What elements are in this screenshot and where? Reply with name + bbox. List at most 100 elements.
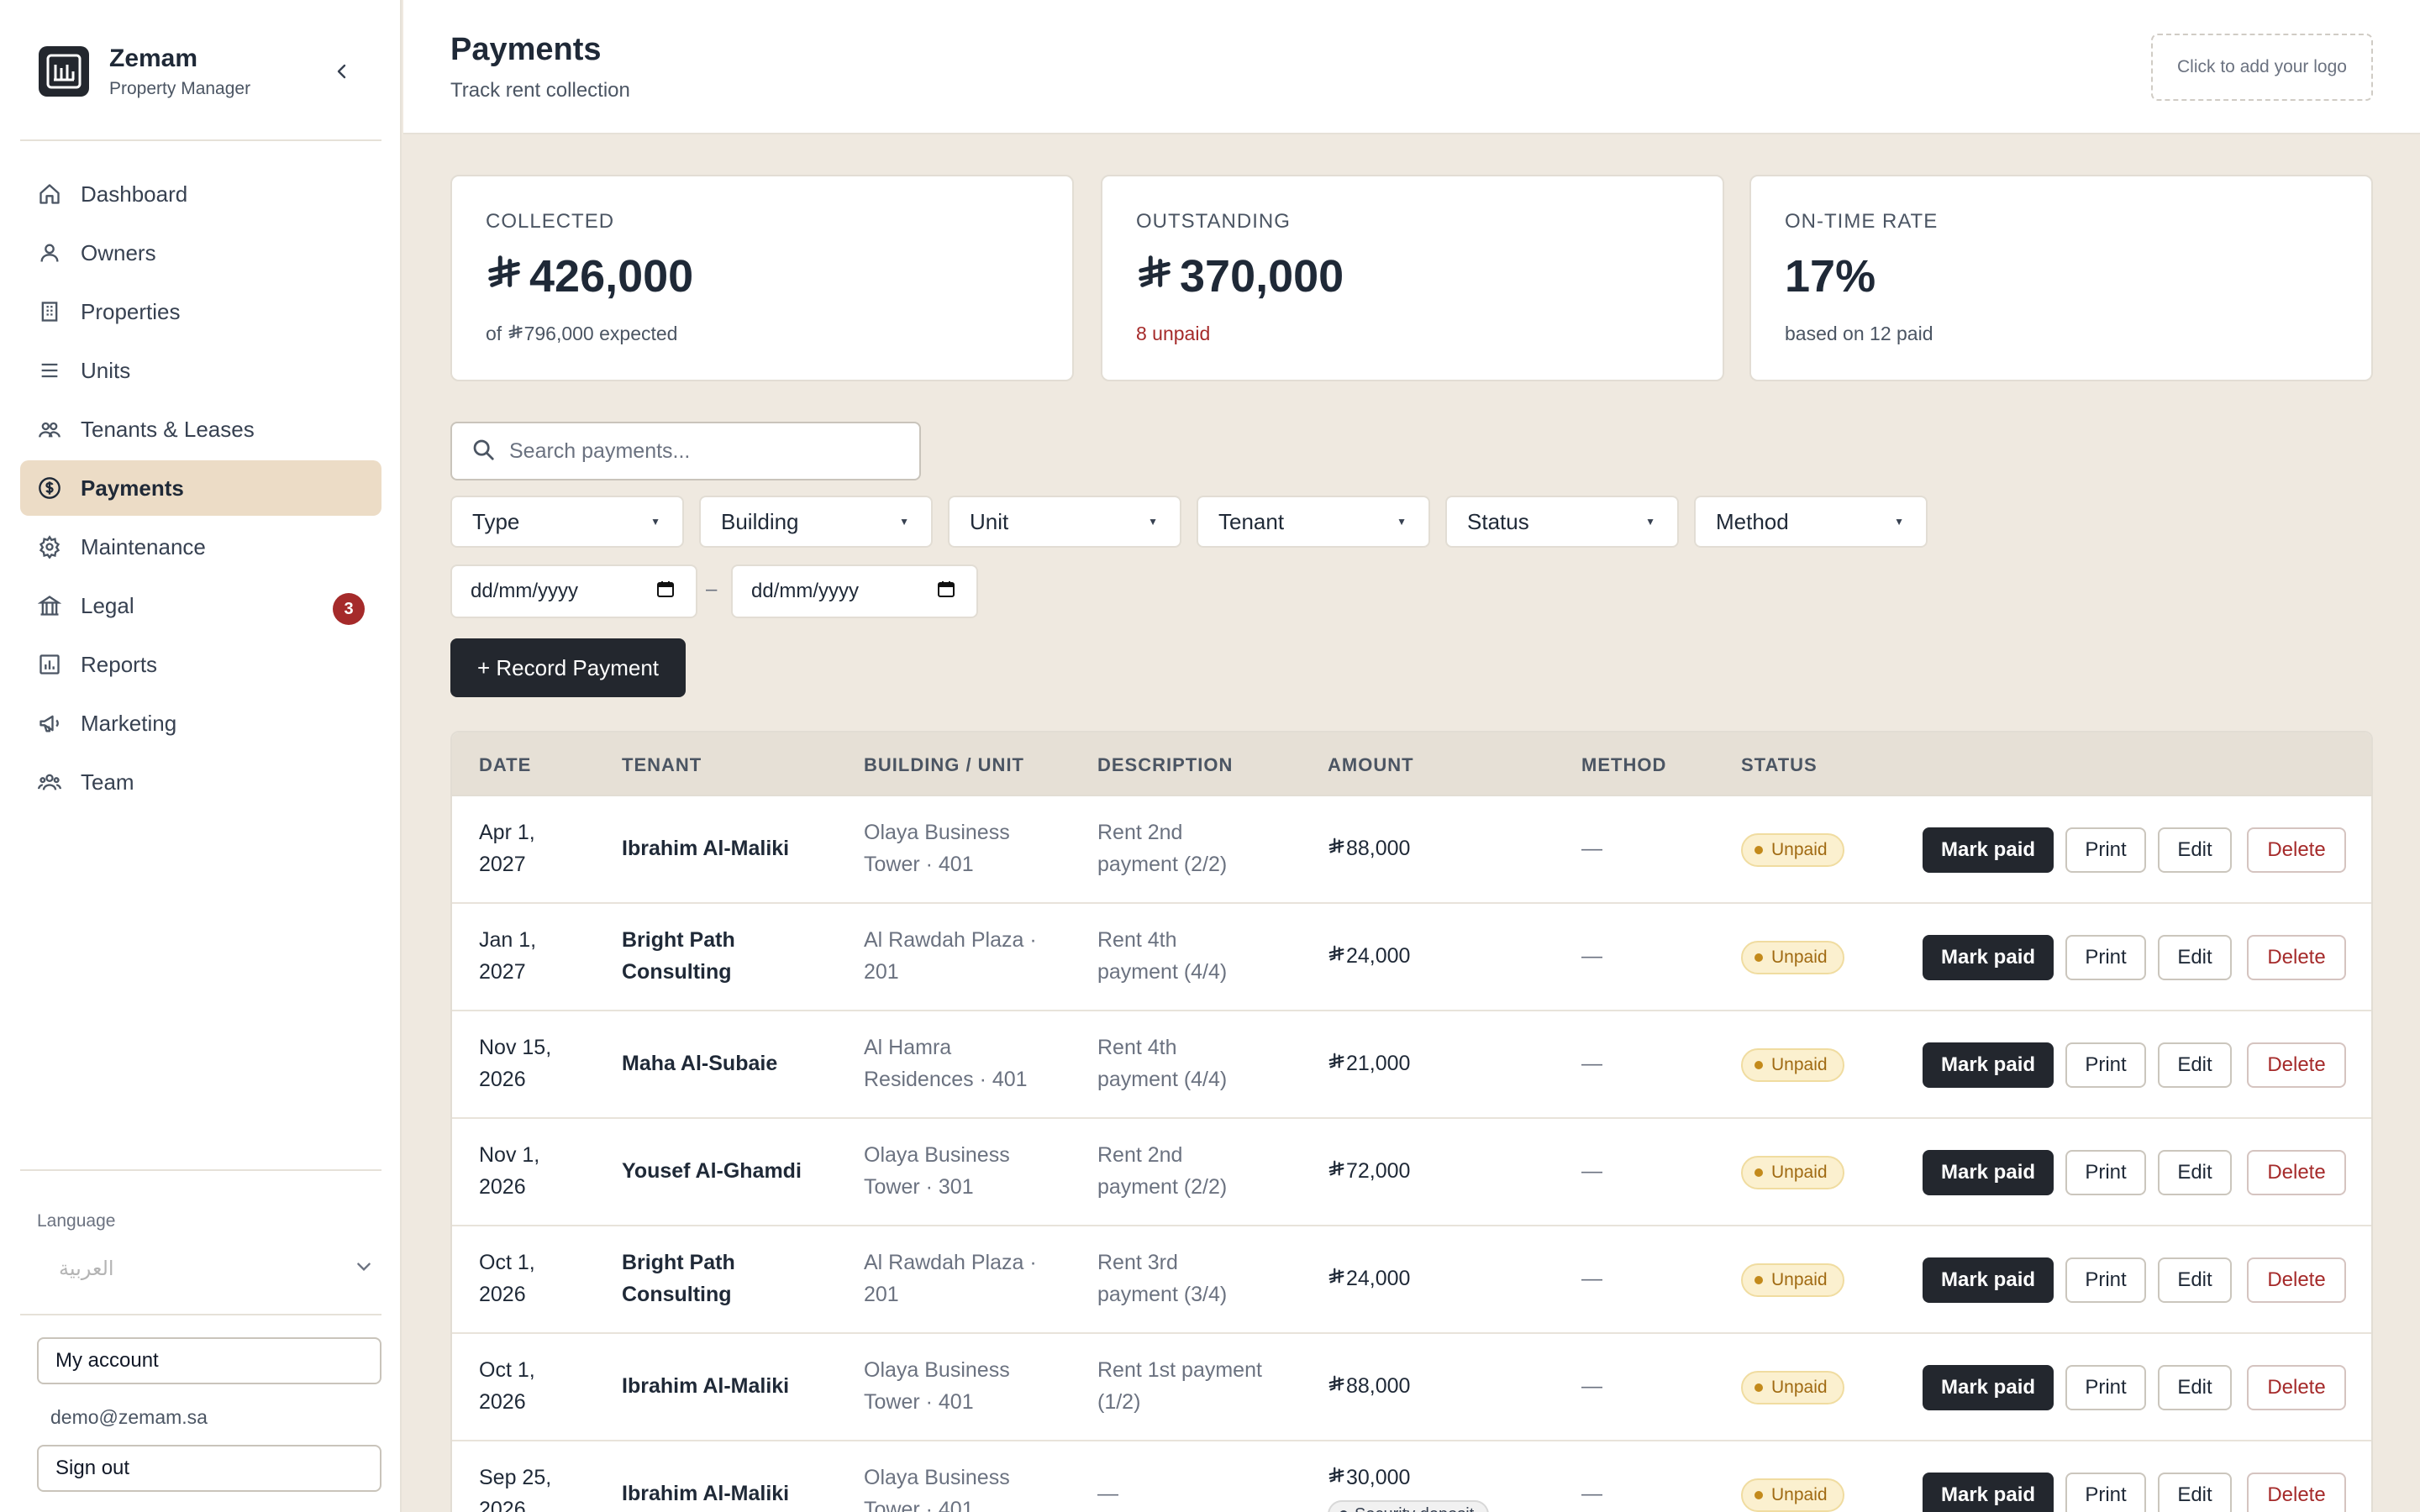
filter-method[interactable]: Method ▼ [1694, 496, 1928, 548]
sidebar-item-legal[interactable]: Legal 3 [20, 578, 381, 633]
tenant-cell: Bright Path Consulting [622, 928, 735, 984]
delete-button[interactable]: Delete [2247, 1473, 2346, 1512]
brand-name: Zemam [109, 45, 198, 72]
outstanding-value: 370,000 [1136, 250, 1344, 302]
date-separator: – [706, 578, 718, 601]
filter-unit[interactable]: Unit ▼ [948, 496, 1181, 548]
delete-button[interactable]: Delete [2247, 827, 2346, 873]
filter-building[interactable]: Building ▼ [699, 496, 933, 548]
building-unit-cell: Al Rawdah Plaza · 201 [864, 1251, 1037, 1306]
description-cell: — [1097, 1482, 1118, 1505]
collapse-sidebar-chevron-left-icon[interactable] [329, 59, 355, 84]
amount-cell: 24,000 [1328, 1263, 1529, 1294]
delete-button[interactable]: Delete [2247, 1150, 2346, 1195]
sign-out-button[interactable]: Sign out [37, 1445, 381, 1492]
edit-button[interactable]: Edit [2158, 1365, 2232, 1410]
page-subtitle: Track rent collection [450, 79, 630, 102]
print-button[interactable]: Print [2065, 1365, 2146, 1410]
status-dot-icon [1754, 1168, 1763, 1177]
print-button[interactable]: Print [2065, 1473, 2146, 1512]
sidebar-item-team[interactable]: Team [20, 754, 381, 810]
edit-button[interactable]: Edit [2158, 1473, 2232, 1512]
filter-tenant[interactable]: Tenant ▼ [1197, 496, 1430, 548]
sidebar-item-maintenance[interactable]: Maintenance [20, 519, 381, 575]
print-button[interactable]: Print [2065, 1150, 2146, 1195]
sidebar-item-marketing[interactable]: Marketing [20, 696, 381, 751]
mark-paid-button[interactable]: Mark paid [1923, 1257, 2054, 1303]
amount-cell: 88,000 [1328, 1370, 1529, 1402]
filter-label: Building [721, 508, 799, 534]
riyal-icon [1328, 1263, 1346, 1294]
mark-paid-button[interactable]: Mark paid [1923, 827, 2054, 873]
filter-status[interactable]: Status ▼ [1445, 496, 1679, 548]
language-select[interactable]: العربية [37, 1252, 381, 1285]
table-row: Jan 1, 2027 Bright Path Consulting Al Ra… [452, 904, 2371, 1011]
status-badge: Unpaid [1741, 1371, 1844, 1404]
mark-paid-button[interactable]: Mark paid [1923, 1042, 2054, 1088]
building-icon [37, 299, 62, 324]
status-badge: Unpaid [1741, 1263, 1844, 1297]
ontime-card: ON-TIME RATE 17% based on 12 paid [1749, 175, 2373, 381]
sidebar-item-label: Payments [81, 475, 184, 501]
delete-button[interactable]: Delete [2247, 1365, 2346, 1410]
sidebar-item-tenants-leases[interactable]: Tenants & Leases [20, 402, 381, 457]
print-button[interactable]: Print [2065, 1257, 2146, 1303]
sidebar-item-owners[interactable]: Owners [20, 225, 381, 281]
mark-paid-button[interactable]: Mark paid [1923, 1150, 2054, 1195]
method-cell: — [1581, 1374, 1602, 1398]
print-button[interactable]: Print [2065, 935, 2146, 980]
delete-button[interactable]: Delete [2247, 935, 2346, 980]
date-to-input[interactable]: dd/mm/yyyy [731, 564, 978, 618]
mark-paid-button[interactable]: Mark paid [1923, 1365, 2054, 1410]
print-button[interactable]: Print [2065, 1042, 2146, 1088]
sidebar-item-label: Maintenance [81, 533, 206, 559]
brand-subtitle: Property Manager [109, 79, 251, 98]
sidebar-item-reports[interactable]: Reports [20, 637, 381, 692]
amount-cell: 21,000 [1328, 1047, 1529, 1079]
filter-label: Method [1716, 508, 1789, 534]
edit-button[interactable]: Edit [2158, 827, 2232, 873]
card-label: ON-TIME RATE [1785, 210, 1939, 233]
status-badge: Unpaid [1741, 1048, 1844, 1082]
method-cell: — [1581, 837, 1602, 860]
caret-down-icon: ▼ [1894, 516, 1904, 528]
sidebar-item-units[interactable]: Units [20, 343, 381, 398]
payments-table: DATE TENANT BUILDING / UNIT DESCRIPTION … [450, 731, 2373, 1512]
method-cell: — [1581, 944, 1602, 968]
edit-button[interactable]: Edit [2158, 1257, 2232, 1303]
tenant-cell: Ibrahim Al-Maliki [622, 837, 790, 860]
delete-button[interactable]: Delete [2247, 1257, 2346, 1303]
edit-button[interactable]: Edit [2158, 1042, 2232, 1088]
tenant-cell: Yousef Al-Ghamdi [622, 1159, 802, 1183]
caret-down-icon: ▼ [1397, 516, 1407, 528]
brand: Zemam Property Manager [39, 44, 250, 99]
edit-button[interactable]: Edit [2158, 935, 2232, 980]
dollar-icon [37, 475, 62, 501]
my-account-button[interactable]: My account [37, 1337, 381, 1384]
print-button[interactable]: Print [2065, 827, 2146, 873]
date-from-input[interactable]: dd/mm/yyyy [450, 564, 697, 618]
filter-label: Status [1467, 508, 1529, 534]
description-cell: Rent 2nd payment (2/2) [1097, 821, 1228, 876]
sidebar-item-properties[interactable]: Properties [20, 284, 381, 339]
mark-paid-button[interactable]: Mark paid [1923, 1473, 2054, 1512]
date-cell: Nov 1, 2026 [479, 1143, 540, 1199]
filter-type[interactable]: Type ▼ [450, 496, 684, 548]
tenant-cell: Maha Al-Subaie [622, 1052, 778, 1075]
search-input[interactable] [509, 438, 896, 464]
delete-button[interactable]: Delete [2247, 1042, 2346, 1088]
record-payment-button[interactable]: + Record Payment [450, 638, 686, 697]
mark-paid-button[interactable]: Mark paid [1923, 935, 2054, 980]
building-unit-cell: Al Hamra Residences · 401 [864, 1036, 1028, 1091]
riyal-icon [486, 250, 524, 302]
chart-icon [37, 652, 62, 677]
sidebar-item-payments[interactable]: Payments [20, 460, 381, 516]
table-row: Nov 15, 2026 Maha Al-Subaie Al Hamra Res… [452, 1011, 2371, 1119]
edit-button[interactable]: Edit [2158, 1150, 2232, 1195]
sidebar-item-dashboard[interactable]: Dashboard [20, 166, 381, 222]
caret-down-icon: ▼ [1148, 516, 1158, 528]
date-from-value: dd/mm/yyyy [471, 580, 579, 602]
add-logo-button[interactable]: Click to add your logo [2151, 34, 2373, 101]
building-unit-cell: Olaya Business Tower · 401 [864, 1466, 1010, 1512]
card-label: COLLECTED [486, 210, 615, 233]
